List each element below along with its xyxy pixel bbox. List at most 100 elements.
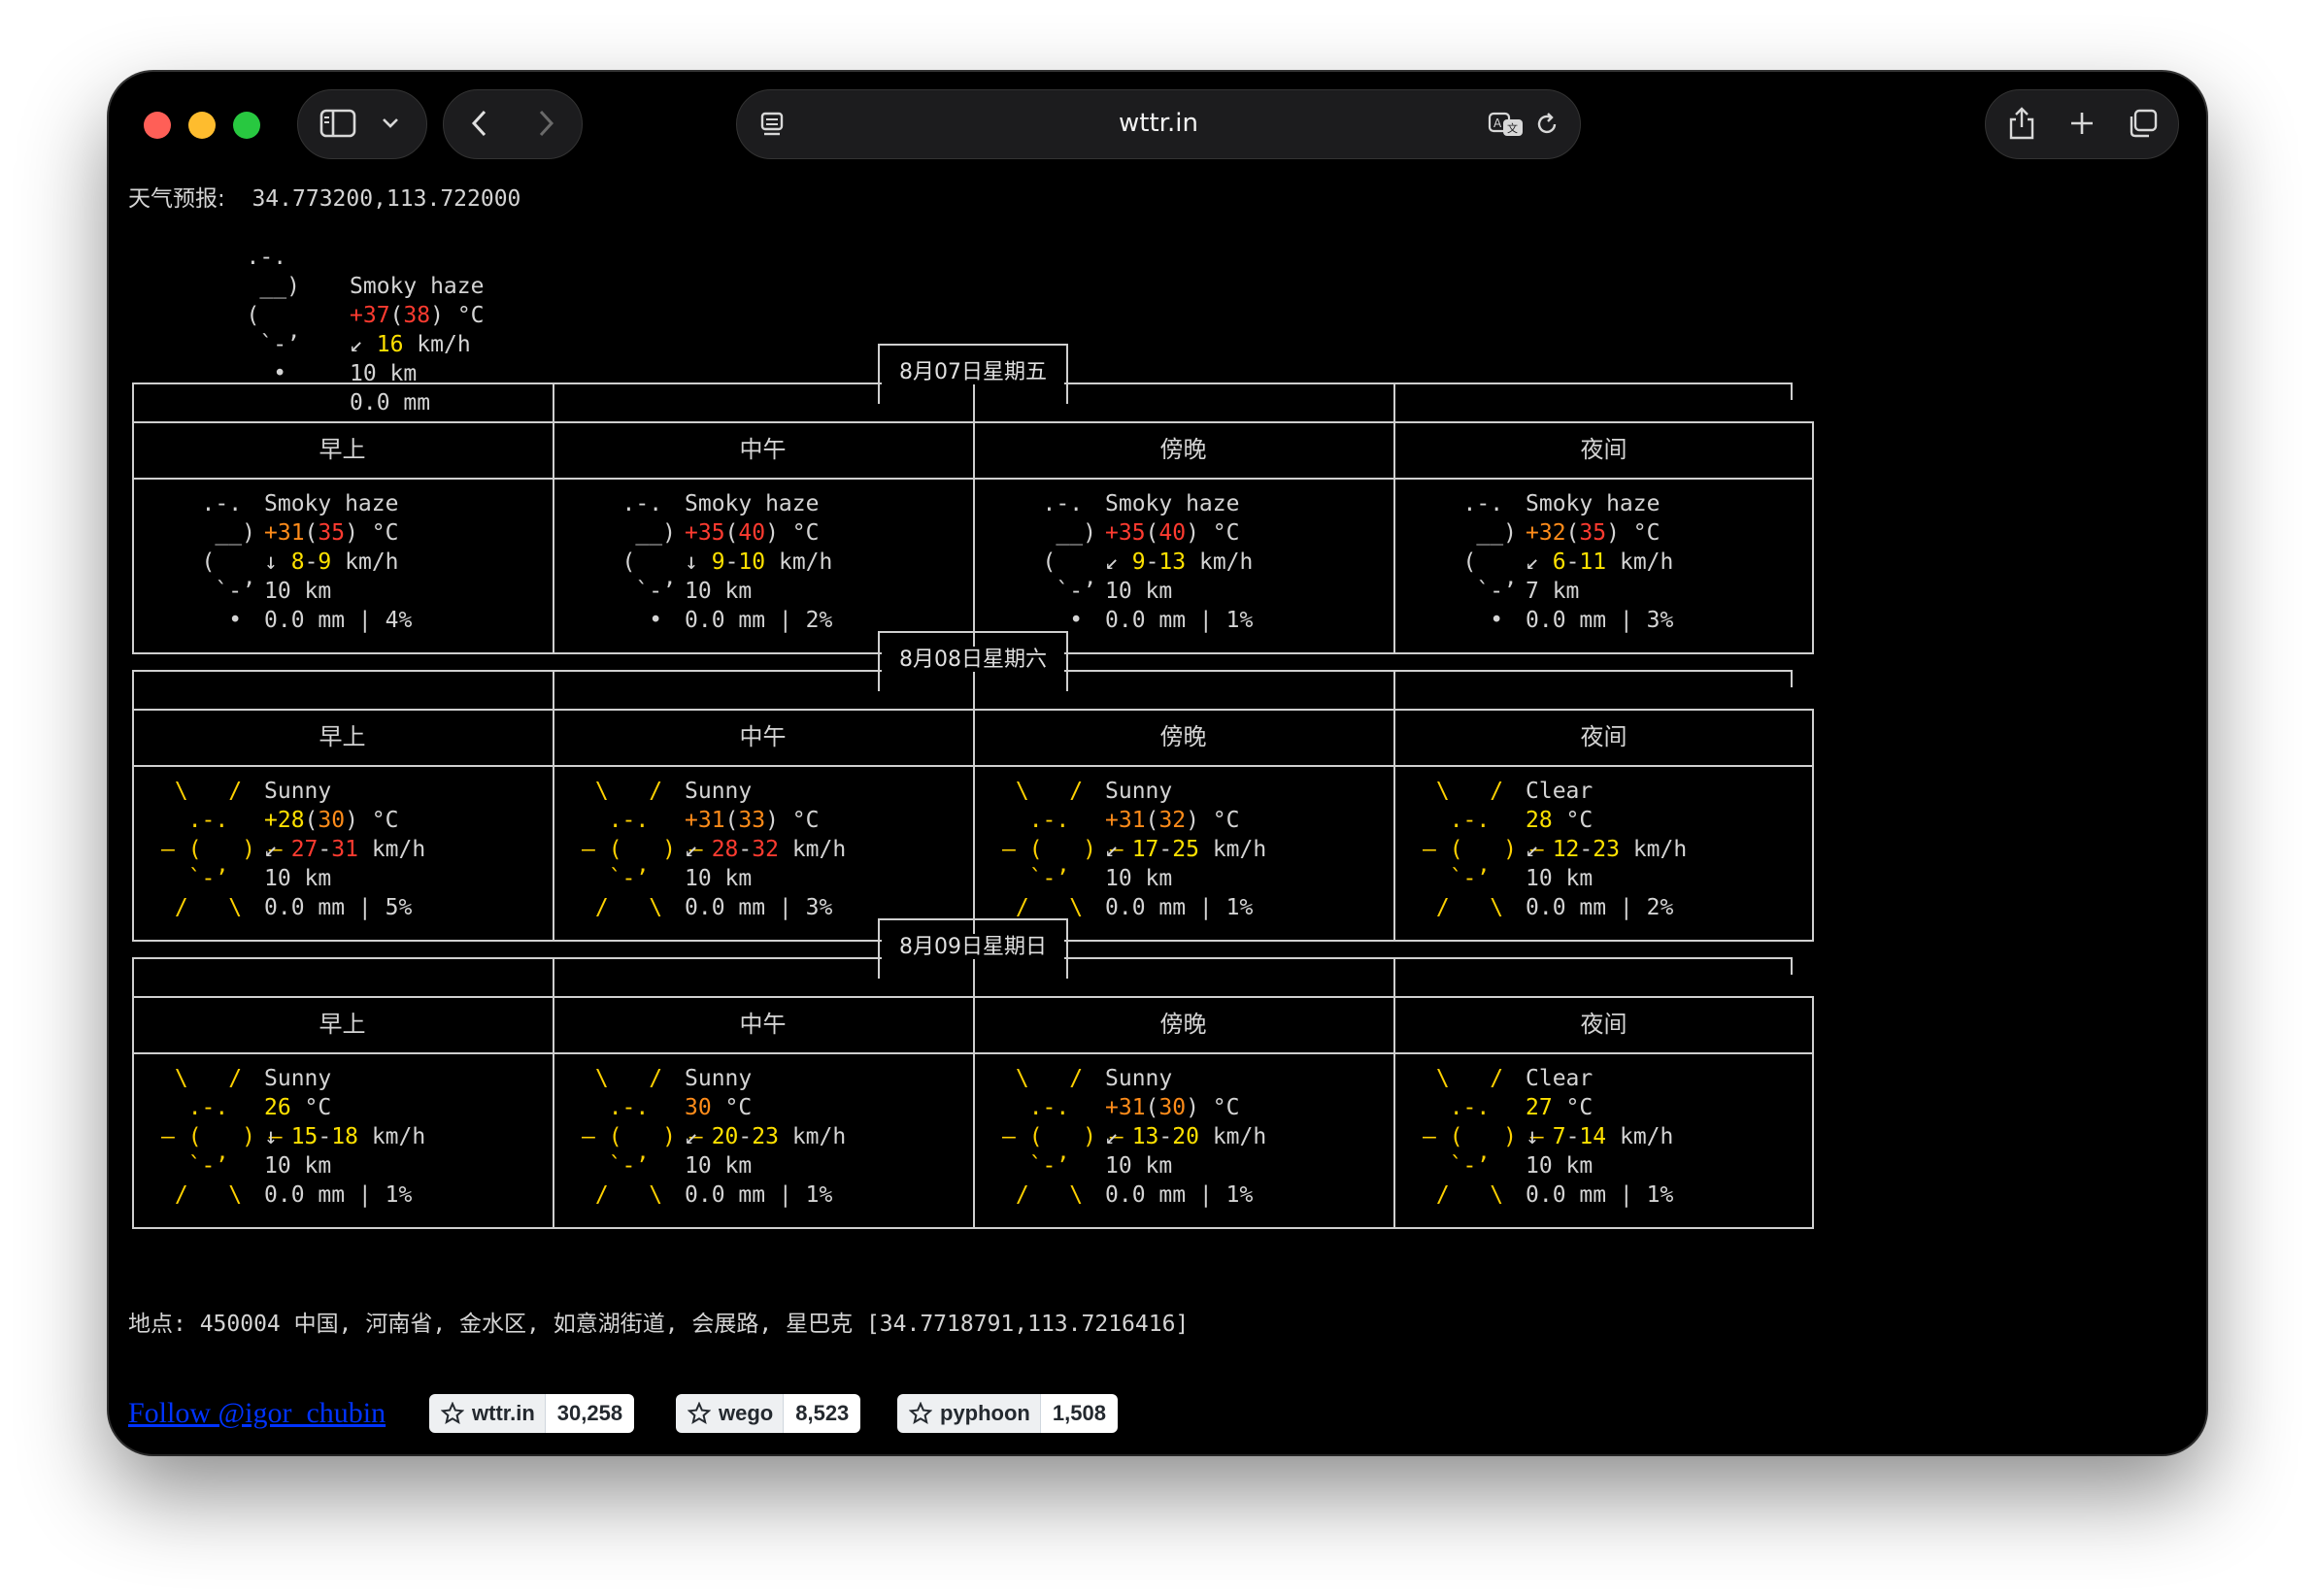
cell-temp: 27 °C: [1526, 1095, 1594, 1120]
period-header: 中午: [739, 1011, 787, 1038]
period-header: 早上: [319, 723, 366, 750]
weather-cell: Smoky haze +35(40) °C ↓ 9-10 km/h 10 km …: [685, 489, 832, 635]
cell-wind: ↙ 6-11 km/h: [1526, 549, 1674, 575]
period-header: 夜间: [1580, 1011, 1627, 1038]
tabs-overview-icon[interactable]: [2113, 89, 2171, 157]
cell-wind: ↓ 9-10 km/h: [685, 549, 833, 575]
period-header: 中午: [739, 723, 787, 750]
close-window-button[interactable]: [144, 112, 171, 139]
sidebar-icon[interactable]: [311, 89, 365, 157]
current-wind: ↙ 16 km/h: [350, 332, 471, 357]
follow-link[interactable]: Follow @igor_chubin: [128, 1397, 386, 1430]
chevron-down-icon[interactable]: [371, 89, 410, 157]
cell-temp: +31(35) °C: [264, 520, 399, 546]
cell-wind: ↙ 9-13 km/h: [1105, 549, 1254, 575]
cell-temp: 26 °C: [264, 1095, 332, 1120]
current-temp: +37(38) °C: [350, 303, 485, 328]
github-star-badge[interactable]: wego 8,523: [676, 1394, 861, 1433]
zoom-window-button[interactable]: [233, 112, 260, 139]
current-weather-icon: .-. __) ( `-’ •: [246, 245, 300, 386]
cell-precip: 0.0 mm | 5%: [264, 895, 413, 920]
cell-temp: +31(32) °C: [1105, 808, 1240, 833]
cell-visibility: 10 km: [685, 866, 753, 891]
cell-precip: 0.0 mm | 3%: [1526, 608, 1674, 633]
cell-temp: +32(35) °C: [1526, 520, 1661, 546]
new-tab-icon[interactable]: [2053, 89, 2111, 157]
translate-icon[interactable]: A文: [1485, 90, 1527, 158]
cell-precip: 0.0 mm | 1%: [1526, 1182, 1674, 1208]
current-weather: Smoky haze +37(38) °C ↙ 16 km/h 10 km 0.…: [350, 243, 485, 417]
weather-cell: Clear 27 °C ↓ 7-14 km/h 10 km 0.0 mm | 1…: [1526, 1064, 1673, 1210]
cell-temp: +28(30) °C: [264, 808, 399, 833]
svg-text:A: A: [1493, 116, 1502, 130]
cell-temp: +31(30) °C: [1105, 1095, 1240, 1120]
weather-cell: Sunny +31(33) °C ↙ 28-32 km/h 10 km 0.0 …: [685, 777, 846, 922]
cell-temp: +31(33) °C: [685, 808, 820, 833]
cell-precip: 0.0 mm | 1%: [264, 1182, 413, 1208]
badge-count: 8,523: [784, 1394, 861, 1433]
period-header: 中午: [739, 436, 787, 463]
cell-wind: ↓ 7-14 km/h: [1526, 1124, 1674, 1149]
cell-wind: ↙ 20-23 km/h: [685, 1124, 847, 1149]
cell-wind: ↓ 8-9 km/h: [264, 549, 399, 575]
period-header: 傍晚: [1159, 723, 1207, 750]
period-header: 傍晚: [1159, 436, 1207, 463]
cell-condition: Smoky haze: [685, 491, 820, 516]
cell-precip: 0.0 mm | 1%: [1105, 608, 1254, 633]
forward-arrow-icon[interactable]: [515, 89, 577, 157]
minimize-window-button[interactable]: [188, 112, 216, 139]
weather-cell: Sunny +31(32) °C ↙ 17-25 km/h 10 km 0.0 …: [1105, 777, 1266, 922]
cell-visibility: 10 km: [1105, 866, 1173, 891]
badge-repo: wego: [719, 1401, 774, 1425]
weather-cell: Sunny +28(30) °C ↙ 27-31 km/h 10 km 0.0 …: [264, 777, 425, 922]
cell-wind: ↙ 27-31 km/h: [264, 837, 426, 862]
github-star-badge[interactable]: pyphoon 1,508: [897, 1394, 1118, 1433]
cell-visibility: 10 km: [1105, 579, 1173, 604]
cell-temp: +35(40) °C: [1105, 520, 1240, 546]
browser-toolbar: wttr.in A文: [109, 72, 2206, 179]
cell-wind: ↙ 28-32 km/h: [685, 837, 847, 862]
cell-precip: 0.0 mm | 2%: [685, 608, 833, 633]
cell-visibility: 7 km: [1526, 579, 1580, 604]
weather-icon: .-. __) ( `-’ •: [1462, 491, 1517, 633]
cell-wind: ↙ 17-25 km/h: [1105, 837, 1267, 862]
weather-cell: Smoky haze +32(35) °C ↙ 6-11 km/h 7 km 0…: [1526, 489, 1673, 635]
star-icon: [688, 1402, 711, 1425]
github-star-badge[interactable]: wttr.in 30,258: [429, 1394, 635, 1433]
star-icon: [441, 1402, 464, 1425]
cell-precip: 0.0 mm | 2%: [1526, 895, 1674, 920]
weather-cell: Sunny 30 °C ↙ 20-23 km/h 10 km 0.0 mm | …: [685, 1064, 846, 1210]
weather-cell: Sunny 26 °C ↓ 15-18 km/h 10 km 0.0 mm | …: [264, 1064, 425, 1210]
period-header: 夜间: [1580, 723, 1627, 750]
back-arrow-icon[interactable]: [449, 89, 511, 157]
weather-icon: .-. __) ( `-’ •: [1042, 491, 1096, 633]
cell-visibility: 10 km: [685, 1153, 753, 1179]
cell-condition: Sunny: [1105, 779, 1173, 804]
badge-repo: pyphoon: [940, 1401, 1030, 1425]
cell-condition: Smoky haze: [1526, 491, 1661, 516]
cell-wind: ↙ 12-23 km/h: [1526, 837, 1688, 862]
badge-count: 1,508: [1040, 1394, 1118, 1433]
cell-condition: Sunny: [1105, 1066, 1173, 1091]
weather-cell: Clear 28 °C ↙ 12-23 km/h 10 km 0.0 mm | …: [1526, 777, 1687, 922]
badge-repo: wttr.in: [472, 1401, 535, 1425]
cell-visibility: 10 km: [264, 579, 332, 604]
star-icon: [909, 1402, 932, 1425]
cell-precip: 0.0 mm | 1%: [1105, 1182, 1254, 1208]
cell-visibility: 10 km: [1105, 1153, 1173, 1179]
cell-condition: Clear: [1526, 779, 1594, 804]
cell-condition: Smoky haze: [264, 491, 399, 516]
day-date: 8月09日星期日: [882, 934, 1064, 961]
share-icon[interactable]: [1993, 89, 2051, 157]
reload-icon[interactable]: [1527, 90, 1566, 158]
svg-text:文: 文: [1507, 121, 1518, 135]
url-text: wttr.in: [1119, 109, 1198, 138]
address-bar[interactable]: wttr.in A文: [736, 89, 1581, 159]
current-precip: 0.0 mm: [350, 390, 431, 416]
forecast-header: 天气预报: 34.773200,113.722000: [128, 186, 521, 212]
period-header: 傍晚: [1159, 1011, 1207, 1038]
period-header: 早上: [319, 1011, 366, 1038]
cell-precip: 0.0 mm | 3%: [685, 895, 833, 920]
badge-count: 30,258: [545, 1394, 635, 1433]
cell-temp: +35(40) °C: [685, 520, 820, 546]
